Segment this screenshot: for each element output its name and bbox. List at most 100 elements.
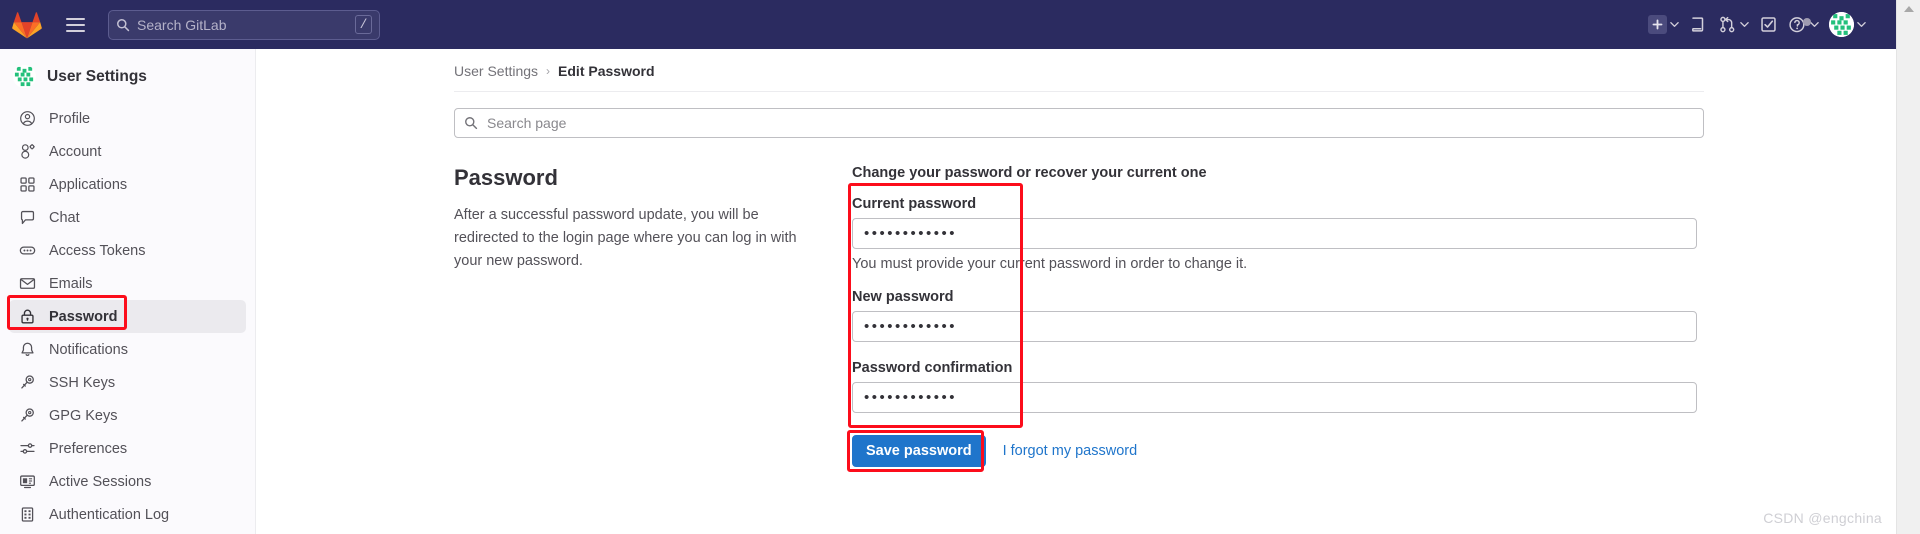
sidebar-item-label: SSH Keys [49,374,116,391]
user-avatar-icon [13,65,36,88]
issues-link[interactable] [1685,9,1712,41]
vertical-scrollbar[interactable] [1896,0,1920,534]
sidebar-context-header[interactable]: User Settings [0,57,255,96]
sidebar-item-label: Access Tokens [49,242,146,259]
chat-bubble-icon [20,210,35,225]
sidebar-item-label: Password [49,308,118,325]
chevron-down-icon [1810,22,1819,27]
password-confirmation-input[interactable] [852,382,1697,413]
account-gear-icon [21,144,35,159]
navbar-right-group [1644,9,1896,41]
gitlab-logo-icon[interactable] [12,10,42,40]
field-current-password: Current password You must provide your c… [852,196,1896,272]
sidebar-item-gpg-keys[interactable]: GPG Keys [9,399,246,432]
lock-icon [21,309,34,324]
sidebar-item-chat[interactable]: Chat [9,201,246,234]
hamburger-menu-icon[interactable] [58,8,92,42]
sidebar-item-preferences[interactable]: Preferences [9,432,246,465]
sidebar: User Settings Profile Account Applicatio… [0,49,256,534]
field-password-confirmation: Password confirmation [852,360,1896,413]
user-avatar-icon [1829,12,1854,37]
save-password-button[interactable]: Save password [852,435,986,467]
key-icon [21,408,34,422]
sidebar-item-authentication-log[interactable]: Authentication Log [9,498,246,531]
sidebar-item-ssh-keys[interactable]: SSH Keys [9,366,246,399]
search-icon [117,18,130,31]
user-menu[interactable] [1825,9,1870,41]
form-actions: Save password I forgot my password [847,430,1896,472]
sidebar-title: User Settings [47,67,147,85]
current-password-label: Current password [852,196,977,212]
sidebar-item-profile[interactable]: Profile [9,102,246,135]
bell-icon [21,342,34,356]
sidebar-nav-list: Profile Account Applications Chat Access… [0,102,255,531]
sidebar-item-label: Applications [49,176,128,193]
page-search-box[interactable] [454,108,1704,138]
breadcrumb-parent[interactable]: User Settings [454,63,538,79]
sidebar-item-active-sessions[interactable]: Active Sessions [9,465,246,498]
top-navbar: / [0,0,1896,49]
search-icon [465,117,478,130]
breadcrumb-divider [454,91,1704,92]
help-menu[interactable] [1784,9,1823,41]
create-new-menu[interactable] [1644,9,1683,41]
sidebar-item-label: Account [49,143,102,160]
search-shortcut-badge: / [355,15,372,34]
sidebar-item-label: Profile [49,110,91,127]
global-search-box[interactable]: / [108,9,380,40]
current-password-input[interactable] [852,218,1697,249]
help-notification-badge [1803,17,1811,26]
sidebar-item-account[interactable]: Account [9,135,246,168]
new-password-input[interactable] [852,311,1697,342]
issues-icon [1692,17,1704,32]
sidebar-item-emails[interactable]: Emails [9,267,246,300]
sidebar-item-label: Notifications [49,341,128,358]
chevron-down-icon [1740,22,1749,27]
sidebar-item-label: Authentication Log [49,506,170,523]
todo-check-square-icon [1761,17,1776,32]
sidebar-item-label: Chat [49,209,80,226]
page-search-input[interactable] [487,115,1694,131]
sidebar-item-password[interactable]: Password [9,300,246,333]
sidebar-item-label: Emails [49,275,93,292]
field-new-password: New password [852,289,1896,359]
todos-link[interactable] [1755,9,1782,41]
forgot-password-link[interactable]: I forgot my password [1003,443,1138,459]
sidebar-item-label: GPG Keys [49,407,118,424]
envelope-icon [19,278,36,289]
merge-request-icon [1720,16,1735,33]
password-confirmation-label: Password confirmation [852,360,1013,376]
watermark: CSDN @engchina [1763,510,1882,526]
applications-grid-icon [20,177,35,192]
main-content: User Settings › Edit Password Password A… [256,49,1896,534]
settings-section-info: Password After a successful password upd… [454,165,852,467]
sidebar-item-notifications[interactable]: Notifications [9,333,246,366]
sidebar-item-access-tokens[interactable]: Access Tokens [9,234,246,267]
navbar-left-group: / [0,8,380,42]
merge-requests-menu[interactable] [1714,9,1753,41]
scroll-up-arrow-icon[interactable] [1903,6,1914,12]
chevron-down-icon [1670,22,1679,27]
sliders-icon [20,443,35,454]
sidebar-item-label: Preferences [49,440,128,457]
sidebar-item-label: Active Sessions [49,473,152,490]
new-password-label: New password [852,289,954,305]
page-title: Password [454,165,558,190]
plus-square-icon [1648,15,1667,34]
breadcrumb-current[interactable]: Edit Password [558,63,654,79]
sidebar-item-applications[interactable]: Applications [9,168,246,201]
settings-section: Password After a successful password upd… [454,165,1896,472]
chevron-down-icon [1857,22,1866,27]
search-input[interactable] [137,16,355,33]
token-ellipsis-icon [19,246,36,255]
key-icon [21,375,34,389]
current-password-help: You must provide your current password i… [852,256,1248,272]
password-form: Change your password or recover your cur… [847,165,1896,472]
breadcrumb: User Settings › Edit Password [256,49,1896,79]
user-circle-icon [20,111,35,126]
page-description: After a successful password update, you … [454,207,797,269]
breadcrumb-separator-icon: › [546,64,551,78]
form-title: Change your password or recover your cur… [852,165,1207,181]
monitor-icon [20,475,35,489]
log-list-icon [21,507,34,522]
